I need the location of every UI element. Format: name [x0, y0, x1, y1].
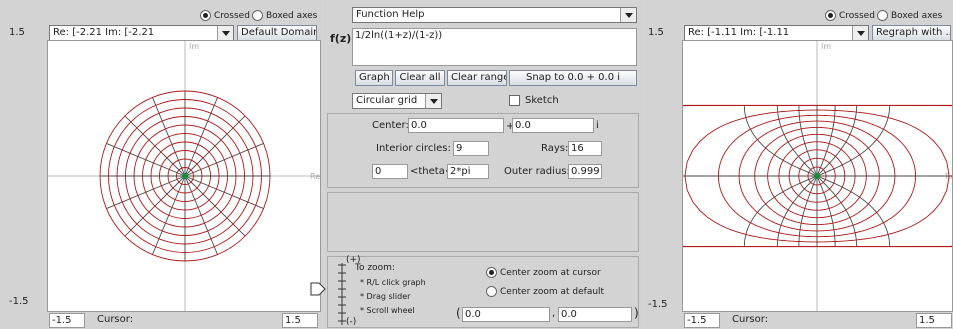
domain-plot-canvas[interactable]: Im Re: [48, 41, 320, 311]
rays-field[interactable]: 16: [568, 141, 602, 156]
right-xmin-field[interactable]: -1.5: [684, 313, 720, 328]
zoom-center-re-field[interactable]: 0.0: [462, 307, 550, 322]
chevron-down-icon: [217, 26, 233, 40]
outer-radius-field[interactable]: 0.999: [568, 164, 602, 179]
right-crossed-radio[interactable]: Crossed: [825, 10, 875, 21]
domain-panel: Crossed Boxed axes 1.5 Re: [-2.21 Im: [-…: [0, 0, 322, 329]
outer-radius-label: Outer radius:: [504, 166, 570, 177]
center-re-field[interactable]: 0.0: [408, 118, 504, 133]
theta-max-field[interactable]: 2*pi: [447, 164, 489, 179]
grid-parameters: Center: 0.0 + 0.0 i Interior circles: 9 …: [327, 113, 639, 188]
empty-section: [327, 192, 639, 252]
image-panel: Crossed Boxed axes 1.5 Re: [-1.11 Im: [-…: [644, 0, 953, 329]
sketch-checkbox[interactable]: [509, 95, 520, 106]
left-boxed-label: Boxed axes: [266, 10, 318, 21]
slider-thumb-icon[interactable]: [310, 281, 326, 297]
function-help-combo[interactable]: Function Help: [352, 7, 637, 23]
snap-button[interactable]: Snap to 0.0 + 0.0 i: [509, 70, 637, 86]
im-axis-label: Im: [189, 42, 199, 51]
paren-open: (: [456, 306, 461, 320]
function-help-text: Function Help: [356, 9, 425, 20]
complex-mapper-window: Crossed Boxed axes 1.5 Re: [-2.21 Im: [-…: [0, 0, 953, 329]
left-ymax-label: 1.5: [9, 27, 25, 38]
zoom-minus-label: (-): [346, 317, 357, 327]
clear-range-button[interactable]: Clear range: [447, 70, 507, 86]
right-cursor-label: Cursor:: [732, 314, 769, 325]
zoom-instruction-1: * R/L click graph: [360, 278, 426, 287]
right-xmax-field[interactable]: 1.5: [916, 313, 952, 328]
right-ymin-label: -1.5: [648, 299, 668, 310]
left-ymin-label: -1.5: [9, 296, 29, 307]
regraph-button[interactable]: Regraph with ...: [872, 25, 951, 41]
control-panel: Function Help f(z)= 1/2ln((1+z)/(1-z)) G…: [310, 0, 643, 329]
zoom-instruction-3: * Scroll wheel: [360, 306, 415, 315]
image-plot[interactable]: ImRe: [666, 40, 953, 312]
grid-type-combo[interactable]: Circular grid: [352, 93, 442, 109]
theta-min-field[interactable]: 0: [372, 164, 408, 179]
chevron-down-icon: [425, 94, 441, 108]
clear-all-button[interactable]: Clear all: [395, 70, 445, 86]
zoom-section: (+) (-) To zoom: * R/L click graph * Dra…: [310, 255, 639, 328]
left-range-combo[interactable]: Re: [-2.21 Im: [-2.21: [49, 25, 234, 41]
chevron-down-icon: [852, 26, 868, 40]
radio-dot: [200, 10, 211, 21]
rays-label: Rays:: [541, 143, 569, 154]
chevron-down-icon: [620, 8, 636, 22]
left-crossed-label: Crossed: [214, 10, 250, 21]
radio-dot: [486, 286, 497, 297]
center-marker: [814, 173, 820, 179]
left-boxed-radio[interactable]: Boxed axes: [252, 10, 317, 21]
center-im-field[interactable]: 0.0: [512, 118, 594, 133]
center-i-label: i: [596, 120, 599, 131]
radio-dot: [252, 10, 263, 21]
center-marker: [182, 173, 188, 179]
left-cursor-label: Cursor:: [97, 314, 134, 325]
zoom-title: To zoom:: [355, 263, 395, 273]
zoom-center-im-field[interactable]: 0.0: [558, 307, 632, 322]
function-input[interactable]: 1/2ln((1+z)/(1-z)): [352, 28, 637, 66]
zoom-instruction-2: * Drag slider: [360, 292, 411, 301]
paren-close: ): [634, 306, 639, 320]
interior-circles-label: Interior circles:: [376, 143, 451, 154]
right-range-text: Re: [-1.11 Im: [-1.11: [688, 27, 790, 38]
right-boxed-radio[interactable]: Boxed axes: [877, 10, 942, 21]
right-range-combo[interactable]: Re: [-1.11 Im: [-1.11: [684, 25, 869, 41]
left-xmin-field[interactable]: -1.5: [49, 313, 85, 328]
center-label: Center:: [372, 120, 409, 131]
grid-type-text: Circular grid: [356, 95, 418, 106]
radio-dot: [825, 10, 836, 21]
image-plot-canvas[interactable]: ImRe: [666, 41, 953, 311]
radio-dot: [877, 10, 888, 21]
zoom-at-cursor-radio[interactable]: Center zoom at cursor: [486, 267, 601, 278]
radio-dot: [486, 267, 497, 278]
right-ymax-label: 1.5: [648, 27, 664, 38]
zoom-at-default-label: Center zoom at default: [500, 286, 605, 297]
im-axis-label: Im: [821, 42, 831, 51]
left-crossed-radio[interactable]: Crossed: [200, 10, 250, 21]
zoom-at-cursor-label: Center zoom at cursor: [500, 267, 601, 278]
domain-plot[interactable]: Im Re: [47, 40, 321, 312]
interior-circles-field[interactable]: 9: [453, 141, 489, 156]
right-crossed-label: Crossed: [839, 10, 875, 21]
left-range-text: Re: [-2.21 Im: [-2.21: [53, 27, 155, 38]
comma: ,: [552, 308, 556, 319]
left-xmax-field[interactable]: 1.5: [282, 313, 318, 328]
right-boxed-label: Boxed axes: [891, 10, 943, 21]
re-axis-label: Re: [310, 172, 320, 181]
default-domain-button[interactable]: Default Domain: [237, 25, 317, 41]
sketch-label: Sketch: [525, 95, 559, 106]
zoom-at-default-radio[interactable]: Center zoom at default: [486, 286, 604, 297]
graph-button[interactable]: Graph: [355, 70, 393, 86]
